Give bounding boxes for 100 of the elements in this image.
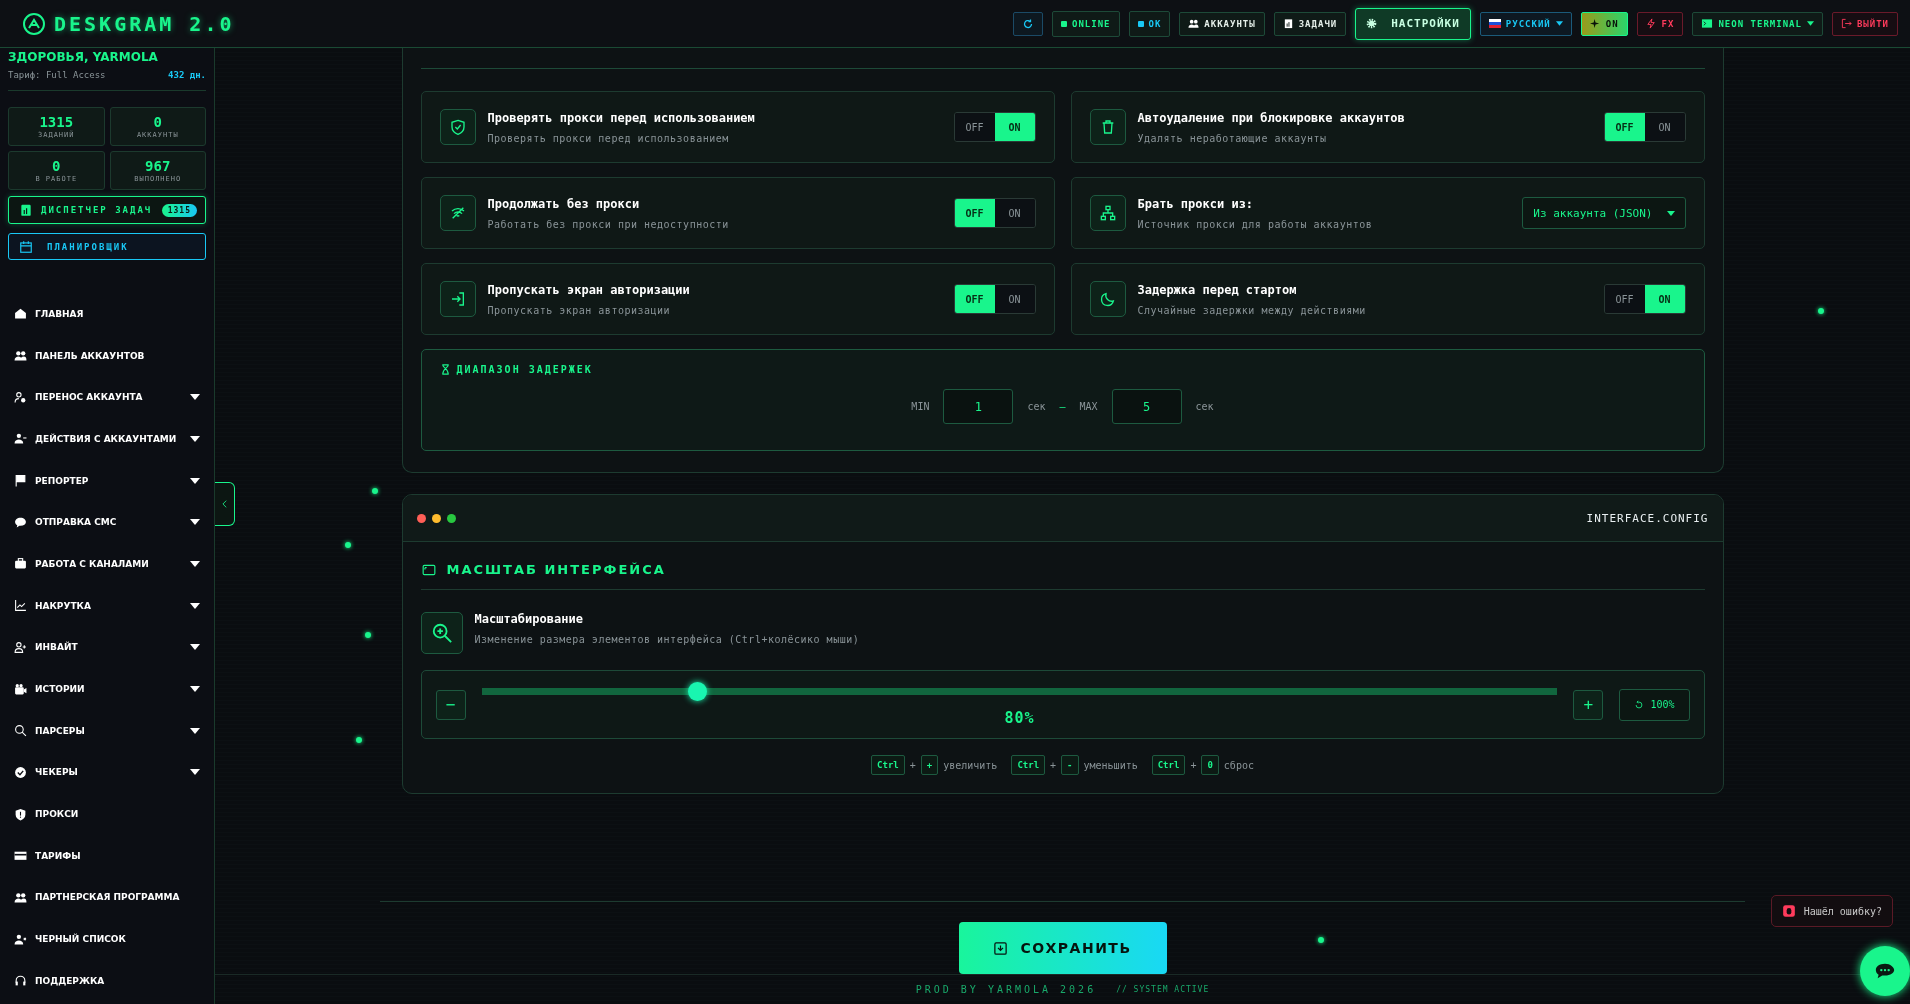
caret-icon: [1806, 21, 1814, 26]
save-button[interactable]: СОХРАНИТЬ: [958, 922, 1167, 974]
sidebar-item[interactable]: ДЕЙСТВИЯ С АККАУНТАМИ: [8, 418, 206, 460]
key-cap: +: [920, 755, 939, 775]
on-off-toggle[interactable]: OFF ON: [953, 198, 1036, 228]
briefcase-icon: [14, 557, 27, 571]
count-badge: 1315: [161, 203, 197, 217]
person-x-icon: [14, 932, 27, 946]
search-icon: [14, 724, 27, 738]
off-option[interactable]: OFF: [1604, 113, 1645, 141]
nav-tab[interactable]: АККАУНТЫ: [1179, 11, 1265, 36]
setting-description: Работать без прокси при недоступности: [487, 218, 730, 230]
refresh-icon: [1022, 17, 1034, 30]
stat-value: 0: [52, 158, 61, 173]
off-option[interactable]: OFF: [954, 113, 995, 141]
slider-thumb[interactable]: [687, 682, 707, 701]
check-circle-icon: [14, 765, 27, 779]
days-left: 432 дн.: [168, 70, 206, 80]
on-off-toggle[interactable]: OFF ON: [1603, 112, 1686, 142]
setting-description: Случайные задержки между действиями: [1137, 304, 1367, 316]
key-cap: Ctrl: [1011, 755, 1046, 775]
shortcut-label: сброс: [1223, 759, 1254, 771]
bug-report-button[interactable]: Нашёл ошибку?: [1770, 895, 1893, 927]
off-option[interactable]: OFF: [1604, 285, 1645, 313]
logout-button[interactable]: ВЫЙТИ: [1831, 11, 1898, 36]
fx-button[interactable]: FX: [1636, 11, 1684, 36]
scheduler-button[interactable]: ПЛАНИРОВЩИК: [8, 233, 206, 260]
power-toggle[interactable]: ON: [1580, 11, 1628, 36]
on-option[interactable]: ON: [994, 285, 1035, 313]
refresh-button[interactable]: [1013, 11, 1043, 36]
sidebar-item[interactable]: ТАРИФЫ: [8, 834, 206, 877]
sidebar-item[interactable]: РЕПОРТЕР: [8, 459, 206, 502]
chat-icon: [14, 515, 27, 529]
sidebar-item[interactable]: ЧЕКЕРЫ: [8, 751, 206, 794]
sidebar-item[interactable]: ПЕРЕНОС АККАУНТА: [8, 376, 206, 419]
section-title: ДИАПАЗОН ЗАДЕРЖЕК: [456, 364, 593, 375]
reset-button[interactable]: 100%: [1619, 688, 1690, 721]
caret-icon: [1666, 210, 1675, 216]
increase-button[interactable]: +: [1573, 689, 1604, 720]
nav-tab[interactable]: ЗАДАЧИ: [1273, 11, 1347, 36]
stat-value: 0: [153, 114, 162, 129]
nav-tab[interactable]: НАСТРОЙКИ: [1355, 7, 1471, 40]
on-option[interactable]: ON: [994, 199, 1035, 227]
plus-sign: +: [909, 759, 916, 771]
people-icon: [14, 890, 27, 904]
on-off-toggle[interactable]: OFF ON: [953, 112, 1036, 142]
on-option[interactable]: ON: [994, 113, 1035, 141]
headset-icon: [14, 974, 27, 988]
zoom-light: [446, 513, 456, 523]
decrease-button[interactable]: −: [435, 689, 466, 720]
language-dropdown[interactable]: РУССКИЙ: [1479, 11, 1572, 36]
sidebar-item[interactable]: НАКРУТКА: [8, 584, 206, 627]
person-minus-icon: [14, 432, 27, 446]
off-option[interactable]: OFF: [954, 199, 995, 227]
setting-title: Брать прокси из:: [1137, 196, 1255, 211]
flag-icon: [1488, 19, 1501, 28]
max-field[interactable]: 5: [1111, 389, 1182, 424]
people-icon: [1188, 18, 1200, 29]
task-dispatcher-button[interactable]: ДИСПЕТЧЕР ЗАДАЧ 1315: [8, 196, 206, 224]
shortcut-label: увеличить: [943, 759, 998, 771]
theme-dropdown[interactable]: NEON TERMINAL: [1692, 11, 1823, 36]
max-label: MAX: [1079, 401, 1098, 412]
setting-title: Задержка перед стартом: [1137, 282, 1298, 297]
on-option[interactable]: ON: [1644, 285, 1685, 313]
person-plus-icon: [14, 640, 27, 654]
on-off-toggle[interactable]: OFF ON: [953, 284, 1036, 314]
camera-icon: [14, 682, 27, 696]
people-icon: [14, 349, 27, 363]
off-option[interactable]: OFF: [954, 285, 995, 313]
plus-sign: +: [1190, 759, 1197, 771]
card-icon: [14, 849, 27, 863]
terminal-icon: [1701, 18, 1714, 29]
setting-description: Проверять прокси перед использованием: [487, 132, 730, 144]
on-option[interactable]: ON: [1644, 113, 1685, 141]
sidebar-item[interactable]: ПАРТНЕРСКАЯ ПРОГРАММА: [8, 876, 206, 919]
chat-button[interactable]: [1860, 946, 1910, 996]
sidebar-item[interactable]: ИНВАЙТ: [8, 626, 206, 669]
sidebar-item[interactable]: РАБОТА С КАНАЛАМИ: [8, 543, 206, 585]
collapse-handle[interactable]: [215, 482, 235, 526]
setting-description: Источник прокси для работы аккаунтов: [1137, 218, 1374, 230]
status-label: ONLINE: [1072, 18, 1111, 29]
sidebar-item[interactable]: ИСТОРИИ: [8, 668, 206, 710]
line-chart-icon: [14, 599, 27, 613]
setting-description: Изменение размера элементов интерфейса (Ctrl+колёсико мыши): [474, 634, 861, 645]
section-title: МАСШТАБ ИНТЕРФЕЙСА: [446, 562, 666, 577]
source-dropdown[interactable]: Из аккаунта (JSON): [1522, 197, 1686, 229]
sidebar-item[interactable]: ОТПРАВКА СМС: [8, 501, 206, 544]
plus-sign: +: [1050, 759, 1057, 771]
sidebar-item[interactable]: ПОДДЕРЖКА: [8, 960, 206, 1002]
sign-in-icon: [439, 281, 476, 317]
sidebar-item[interactable]: ГЛАВНАЯ: [8, 293, 206, 335]
sidebar-item[interactable]: ЧЕРНЫЙ СПИСОК: [8, 918, 206, 960]
sidebar-item[interactable]: ПАНЕЛЬ АККАУНТОВ: [8, 334, 206, 377]
logo-icon: [22, 11, 46, 36]
on-off-toggle[interactable]: OFF ON: [1603, 284, 1686, 314]
sidebar-item[interactable]: ПАРСЕРЫ: [8, 709, 206, 752]
setting-title: Продолжать без прокси: [487, 196, 641, 211]
sidebar-item[interactable]: ПРОКСИ: [8, 793, 206, 835]
logout-icon: [1840, 18, 1852, 29]
min-field[interactable]: 1: [943, 389, 1014, 424]
